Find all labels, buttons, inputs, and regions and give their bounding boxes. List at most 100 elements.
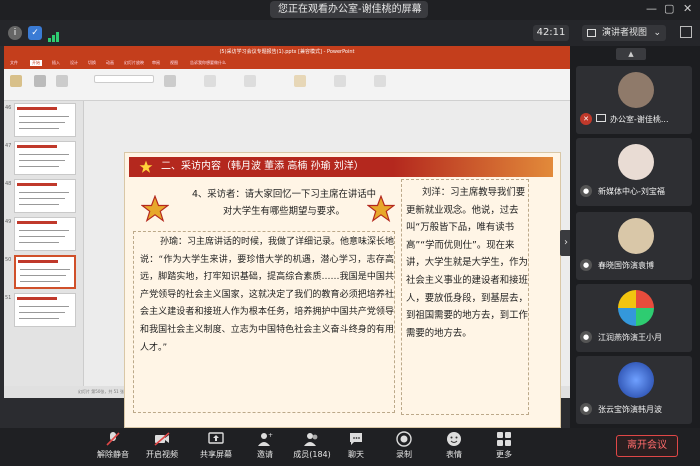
find-icon[interactable] [374,75,386,87]
slide-number: 50 [5,257,12,263]
ppt-tab[interactable]: 文件 [10,60,18,66]
participant-tile[interactable]: ● 张云宝饰演韩月波 [576,356,692,424]
ppt-tab[interactable]: 切换 [88,60,96,66]
ppt-tab[interactable]: 视图 [170,60,178,66]
slide-thumbnail[interactable] [14,179,76,213]
chat-icon [350,433,362,445]
mic-icon: ● [580,185,592,197]
share-screen-label: 共享屏幕 [200,450,232,459]
ppt-tab[interactable]: 审阅 [152,60,160,66]
mic-icon: ● [580,259,592,271]
chat-button[interactable]: 聊天 [344,431,368,463]
more-icon [497,432,511,446]
grid-icon [587,29,596,37]
slide-thumbnail[interactable] [14,293,76,327]
chevron-down-icon: ⌄ [414,4,422,14]
participant-tile[interactable]: ✕ 办公室-谢佳桃... [576,66,692,134]
avatar [618,218,654,254]
font-size-icon[interactable] [164,75,176,87]
answer-box-liuyang: 刘洋：习主席教导我们要更新就业观念。他说，过去叫“万般皆下品，唯有读书高”“学而… [401,179,529,415]
layout-icon[interactable] [56,75,68,87]
participant-name: 张云宝饰演韩月波 [598,405,662,414]
reaction-label: 表情 [446,450,462,459]
ppt-tab[interactable]: 开始 [30,60,42,66]
share-screen-icon [208,432,224,444]
ppt-tab[interactable]: 幻灯片放映 [124,60,144,66]
bullets-icon[interactable] [204,75,216,87]
slide-thumbnail[interactable] [14,217,76,251]
unmute-label: 解除静音 [97,450,129,459]
new-slide-icon[interactable] [34,75,46,87]
screen-share-icon [596,114,606,122]
slide-number: 49 [5,219,12,225]
signal-icon[interactable] [48,27,60,42]
align-icon[interactable] [244,75,256,87]
font-family-field[interactable] [94,75,154,83]
main-slide: 二、采访内容（韩月波 董添 高楠 孙瑜 刘洋） 4、采访者：请大家回忆一下习主席… [124,152,561,428]
participant-tile[interactable]: ● 新媒体中心-刘宝福 [576,138,692,206]
slide-thumbnails-pane: 46 47 48 49 50 51 [4,101,84,386]
members-icon [304,433,318,446]
start-video-button[interactable]: 开启视频 [142,431,182,463]
camera-off-icon [154,432,170,446]
ppt-tab[interactable]: 设计 [70,60,78,66]
participant-tile[interactable]: ● 春晓国饰演袁博 [576,212,692,280]
answer-box-sunyu: 孙瑜：习主席讲话的时候，我做了详细记录。他意味深长地说：“作为大学生来讲，要珍惜… [133,231,395,413]
slide-number: 47 [5,143,12,149]
participant-name: 江润燕饰演王小月 [598,333,662,342]
ppt-tab[interactable]: 告诉我你想要做什么 [190,60,226,66]
ppt-ribbon-tabs: 文件 开始 插入 设计 切换 动画 幻灯片放映 审阅 视图 告诉我你想要做什么 [4,59,570,69]
participant-tile[interactable]: ● 江润燕饰演王小月 [576,284,692,352]
mic-icon: ● [580,403,592,415]
avatar [618,144,654,180]
close-button[interactable]: ✕ [683,2,692,15]
star-icon [367,195,395,223]
leave-meeting-button[interactable]: 离开会议 [616,435,678,457]
record-icon [396,431,412,447]
participant-name: 办公室-谢佳桃... [610,115,669,124]
interview-question: 4、采访者：请大家回忆一下习主席在讲话中对大学生有哪些期望与要求。 [191,189,377,217]
add-user-icon: + [258,432,273,446]
svg-text:+: + [268,432,273,439]
star-icon [141,195,169,223]
collapse-panel-button[interactable]: ▲ [616,48,646,60]
ppt-tab[interactable]: 插入 [52,60,60,66]
invite-label: 邀请 [257,450,273,459]
slide-header-bar: 二、采访内容（韩月波 董添 高楠 孙瑜 刘洋） [129,157,553,177]
smile-icon [447,432,461,446]
more-button[interactable]: 更多 [492,431,516,463]
shapes-icon[interactable] [294,75,306,87]
screen-share-title[interactable]: 您正在观看办公室-谢佳桃的屏幕 ⌄ [270,1,428,18]
minimize-button[interactable]: — [646,2,657,15]
slide-number: 51 [5,295,12,301]
slide-thumbnail[interactable] [14,103,76,137]
shield-icon[interactable]: ✓ [28,26,42,40]
speaker-view-label: 演讲者视图 [602,28,648,38]
record-button[interactable]: 录制 [392,431,416,463]
unmute-button[interactable]: 解除静音 [96,431,130,463]
speaker-view-button[interactable]: 演讲者视图 ⌄ [582,25,666,41]
invite-button[interactable]: + 邀请 [253,431,277,463]
share-screen-button[interactable]: 共享屏幕 [196,431,236,463]
avatar [618,362,654,398]
window-titlebar: 您正在观看办公室-谢佳桃的屏幕 ⌄ — ▢ ✕ [0,0,700,20]
slide-thumbnail-selected[interactable] [14,255,76,289]
mic-muted-icon: ✕ [580,113,592,125]
participant-name: 新媒体中心-刘宝福 [598,187,665,196]
ppt-tab[interactable]: 动画 [106,60,114,66]
mic-muted-icon [106,432,120,446]
meeting-toolbar: 解除静音 开启视频 共享屏幕 + 邀请 成员(184) 聊天 录制 表情 更多 … [0,428,700,466]
maximize-button[interactable]: ▢ [664,2,674,15]
paste-icon[interactable] [10,75,22,87]
fullscreen-icon[interactable] [680,26,692,38]
participant-name: 春晓国饰演袁博 [598,261,654,270]
slide-heading: 二、采访内容（韩月波 董添 高楠 孙瑜 刘洋） [161,161,364,172]
mic-icon: ● [580,331,592,343]
members-button[interactable]: 成员(184) [291,431,333,463]
slide-thumbnail[interactable] [14,141,76,175]
record-label: 录制 [396,450,412,459]
meeting-infobar: i ✓ 42:11 演讲者视图 ⌄ [0,20,700,46]
reaction-button[interactable]: 表情 [442,431,466,463]
arrange-icon[interactable] [334,75,346,87]
info-icon[interactable]: i [8,26,22,40]
